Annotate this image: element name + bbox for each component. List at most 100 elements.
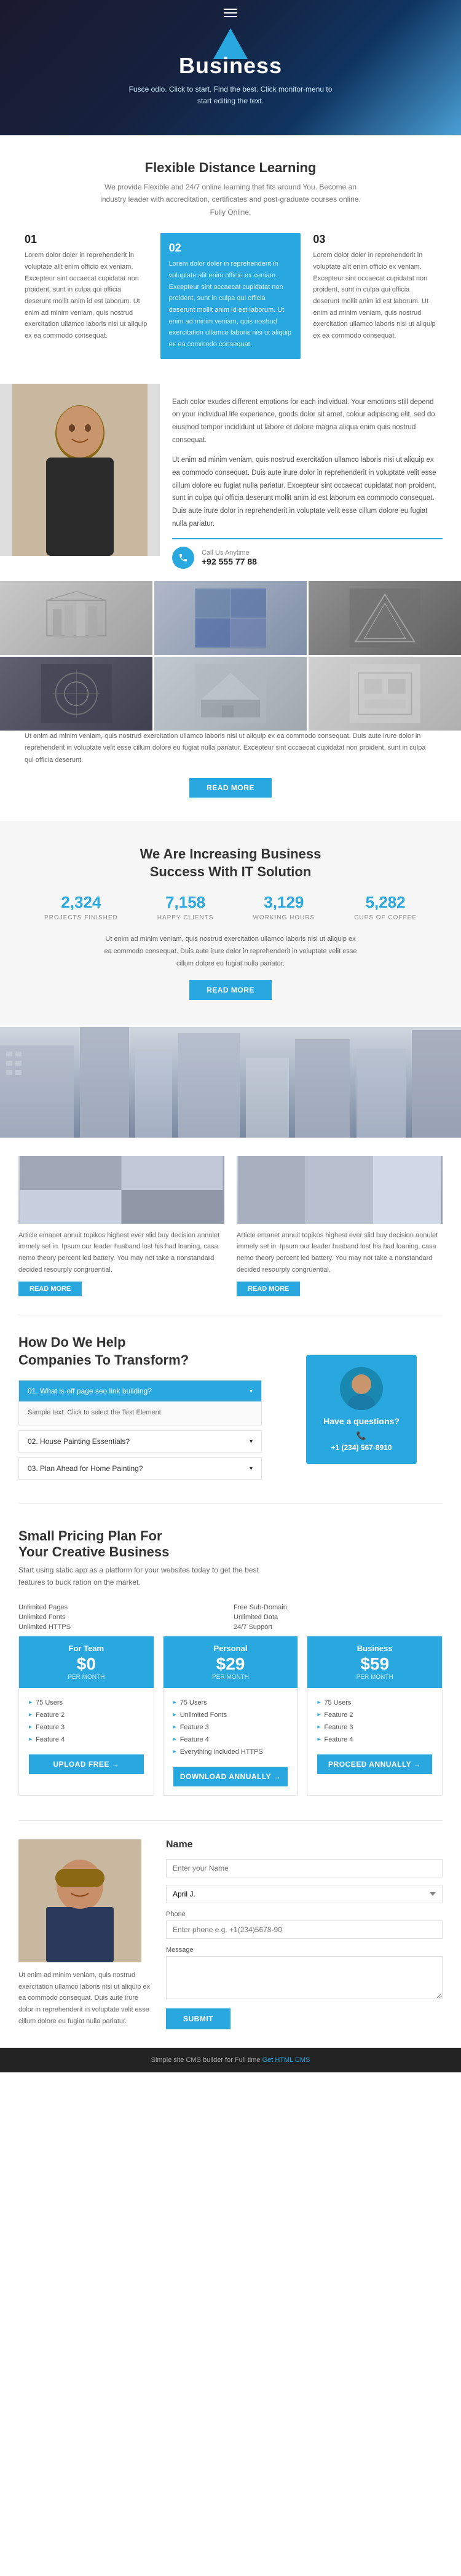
gallery-item-5 — [154, 657, 307, 731]
team-feat-4: Feature 4 — [29, 1734, 144, 1746]
stat-item-1: 2,324 PROJECTS FINISHED — [44, 893, 118, 921]
faq-arrow-2: ▾ — [250, 1438, 253, 1445]
call-label: Call Us Anytime — [202, 549, 257, 557]
stat-number-1: 2,324 — [44, 893, 118, 912]
faq-right: Have a questions? 📞 +1 (234) 567-8910 — [280, 1334, 443, 1484]
pricing-header-personal: Personal $29 PER MONTH — [164, 1636, 298, 1688]
hero-logo-area: Business Fusce odio. Click to start. Fin… — [126, 28, 335, 107]
flex-col-2: 02 Lorem dolor doler in reprehenderit in… — [160, 233, 301, 359]
gallery-read-more-button[interactable]: READ MORE — [189, 778, 272, 798]
pricing-btn-business[interactable]: Proceed Annually → — [317, 1754, 432, 1774]
pricing-btn-personal[interactable]: Download Annually → — [173, 1767, 288, 1786]
personal-feat-2: Unlimited Fonts — [173, 1709, 288, 1721]
gallery-caption-text: Ut enim ad minim veniam, quis nostrud ex… — [25, 731, 436, 767]
person-para1: Each color exudes different emotions for… — [172, 396, 443, 447]
stat-label-2: HAPPY CLIENTS — [157, 914, 214, 921]
blog-card-1-read-more[interactable]: READ MORE — [18, 1282, 82, 1296]
pricing-heading: Small Pricing Plan ForYour Creative Busi… — [18, 1528, 443, 1560]
blog-card-2: Article emanet annuit topikos highest ev… — [237, 1156, 443, 1297]
feat-5: Unlimited Data — [234, 1614, 443, 1621]
pricing-price-personal: $29 — [171, 1654, 291, 1674]
pricing-body-business: 75 Users Feature 2 Feature 3 Feature 4 P… — [307, 1688, 442, 1783]
name-input[interactable] — [166, 1859, 443, 1877]
have-questions-heading: Have a questions? — [318, 1416, 404, 1426]
faq-item-2: 02. House Painting Essentials? ▾ — [18, 1430, 262, 1452]
faq-question-3-text: 03. Plan Ahead for Home Painting? — [28, 1464, 143, 1473]
plan-name-personal: Personal — [171, 1644, 291, 1653]
pricing-price-team: $0 — [26, 1654, 146, 1674]
feat-1: Unlimited Pages — [18, 1604, 227, 1611]
hero-section: Business Fusce odio. Click to start. Fin… — [0, 0, 461, 135]
team-feat-1: 75 Users — [29, 1697, 144, 1709]
stat-label-4: CUPS OF COFFEE — [354, 914, 417, 921]
pricing-body-team: 75 Users Feature 2 Feature 3 Feature 4 U… — [19, 1688, 154, 1783]
pricing-features-business: 75 Users Feature 2 Feature 3 Feature 4 — [317, 1697, 432, 1746]
col2-num: 02 — [169, 242, 293, 255]
faq-section: How Do We HelpCompanies To Transform? 01… — [0, 1315, 461, 1503]
faq-left: How Do We HelpCompanies To Transform? 01… — [18, 1334, 262, 1484]
faq-question-1[interactable]: 01. What is off page seo link building? … — [19, 1381, 261, 1401]
col2-text: Lorem dolor doler in reprehenderit in vo… — [169, 258, 293, 351]
blog-card-2-read-more[interactable]: READ MORE — [237, 1282, 300, 1296]
footer: Simple site CMS builder for Full time Ge… — [0, 2048, 461, 2072]
gallery-item-3 — [309, 581, 461, 655]
feat-4: Free Sub-Domain — [234, 1604, 443, 1611]
submit-button[interactable]: SUBMIT — [166, 2008, 230, 2029]
col3-num: 03 — [313, 233, 436, 246]
gallery-item-6 — [309, 657, 461, 731]
call-number: +92 555 77 88 — [202, 557, 257, 566]
phone-icon — [172, 547, 194, 569]
contact-right: Name April J. Phone Message SUBMIT — [154, 1839, 443, 2029]
person-content: Each color exudes different emotions for… — [160, 384, 461, 581]
pricing-features-personal: 75 Users Unlimited Fonts Feature 3 Featu… — [173, 1697, 288, 1758]
team-feat-2: Feature 2 — [29, 1709, 144, 1721]
stat-label-3: WORKING HOURS — [253, 914, 315, 921]
pricing-btn-team[interactable]: Upload Free → — [29, 1754, 144, 1774]
pricing-features-col1: Unlimited Pages Unlimited Fonts Unlimite… — [18, 1604, 227, 1631]
have-questions-card: Have a questions? 📞 +1 (234) 567-8910 — [306, 1355, 417, 1464]
contact-left: Ut enim ad minim veniam, quis nostrud ex… — [18, 1839, 154, 2029]
name-select[interactable]: April J. — [166, 1885, 443, 1903]
form-group-message: Message — [166, 1946, 443, 2001]
gallery-item-4 — [0, 657, 152, 731]
business-feat-4: Feature 4 — [317, 1734, 432, 1746]
col1-num: 01 — [25, 233, 148, 246]
faq-question-1-text: 01. What is off page seo link building? — [28, 1387, 152, 1395]
pricing-price-business: $59 — [315, 1654, 435, 1674]
feat-2: Unlimited Fonts — [18, 1614, 227, 1621]
business-feat-3: Feature 3 — [317, 1721, 432, 1734]
stats-read-more-button[interactable]: READ MORE — [189, 980, 272, 1000]
pricing-subtitle: Start using static.app as a platform for… — [18, 1564, 264, 1589]
faq-item-1: 01. What is off page seo link building? … — [18, 1380, 262, 1425]
person-section: Each color exudes different emotions for… — [0, 384, 461, 581]
stats-section: We Are Increasing BusinessSuccess With I… — [0, 821, 461, 1027]
col1-text: Lorem dolor doler in reprehenderit in vo… — [25, 250, 148, 342]
pricing-header-business: Business $59 PER MONTH — [307, 1636, 442, 1688]
phone-label: Phone — [166, 1911, 443, 1918]
faq-heading: How Do We HelpCompanies To Transform? — [18, 1334, 262, 1369]
form-group-select: April J. — [166, 1885, 443, 1903]
personal-feat-3: Feature 3 — [173, 1721, 288, 1734]
personal-feat-4: Feature 4 — [173, 1734, 288, 1746]
pricing-card-personal: Personal $29 PER MONTH 75 Users Unlimite… — [163, 1636, 299, 1796]
gallery — [0, 581, 461, 731]
gallery-read-more-wrapper: READ MORE — [0, 767, 461, 821]
footer-link[interactable]: Get HTML CMS — [262, 2056, 310, 2064]
flex-col-3: 03 Lorem dolor doler in reprehenderit in… — [313, 233, 436, 359]
hamburger-menu[interactable] — [224, 9, 237, 17]
contact-left-text: Ut enim ad minim veniam, quis nostrud ex… — [18, 1970, 154, 2027]
contact-form-heading: Name — [166, 1839, 443, 1850]
plan-name-team: For Team — [26, 1644, 146, 1653]
pricing-card-team: For Team $0 PER MONTH 75 Users Feature 2… — [18, 1636, 154, 1796]
stat-number-3: 3,129 — [253, 893, 315, 912]
call-box: Call Us Anytime +92 555 77 88 — [172, 538, 443, 569]
business-feat-2: Feature 2 — [317, 1709, 432, 1721]
message-textarea[interactable] — [166, 1956, 443, 1999]
flexible-subtitle: We provide Flexible and 24/7 online lear… — [95, 181, 366, 218]
contact-person-image — [18, 1839, 141, 1962]
phone-input[interactable] — [166, 1920, 443, 1939]
faq-question-2[interactable]: 02. House Painting Essentials? ▾ — [19, 1431, 261, 1452]
faq-answer-1: Sample text. Click to select the Text El… — [19, 1401, 261, 1425]
gallery-caption: Ut enim ad minim veniam, quis nostrud ex… — [0, 731, 461, 767]
faq-question-3[interactable]: 03. Plan Ahead for Home Painting? ▾ — [19, 1458, 261, 1479]
